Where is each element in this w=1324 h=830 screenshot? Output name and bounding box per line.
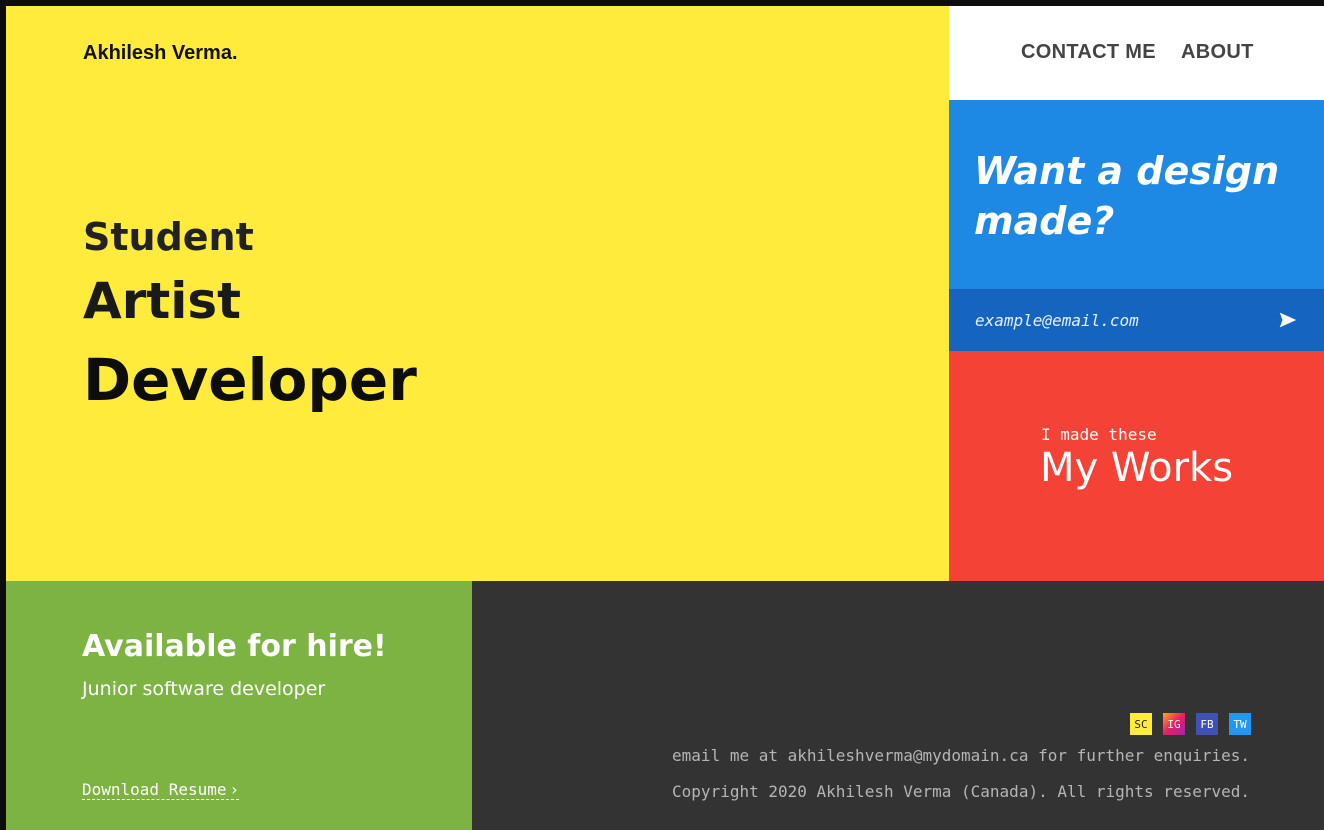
footer-panel: SC IG FB TW email me at akhileshverma@my…: [472, 581, 1324, 830]
send-icon: [1279, 312, 1297, 328]
design-request-title: Want a design made?: [974, 149, 1280, 243]
role-student: Student: [83, 215, 254, 259]
email-form: [949, 289, 1324, 351]
hero-panel: Akhilesh Verma. Student Artist Developer: [6, 6, 949, 581]
design-request-panel: Want a design made?: [949, 100, 1324, 289]
send-button[interactable]: [1277, 309, 1299, 331]
my-works-card[interactable]: I made these My Works: [949, 351, 1324, 581]
download-resume-label: Download Resume: [82, 780, 227, 799]
role-list: Student Artist Developer: [83, 211, 417, 421]
role-developer: Developer: [83, 346, 417, 414]
facebook-icon[interactable]: FB: [1196, 713, 1218, 735]
hire-panel: Available for hire! Junior software deve…: [6, 581, 472, 830]
email-input[interactable]: [973, 307, 1273, 333]
footer-email-line: email me at akhileshverma@mydomain.ca fo…: [672, 746, 1250, 765]
my-works-title: My Works: [1040, 445, 1234, 491]
snapchat-icon[interactable]: SC: [1130, 713, 1152, 735]
nav-contact-link[interactable]: CONTACT ME: [1021, 41, 1156, 64]
social-links: SC IG FB TW: [1130, 713, 1251, 735]
site-brand[interactable]: Akhilesh Verma.: [83, 42, 238, 65]
hire-title: Available for hire!: [82, 629, 387, 664]
download-resume-link[interactable]: Download Resume ›: [82, 780, 240, 800]
hire-subtitle: Junior software developer: [82, 678, 326, 700]
chevron-right-icon: ›: [229, 780, 240, 799]
role-artist: Artist: [83, 272, 242, 330]
twitter-icon[interactable]: TW: [1229, 713, 1251, 735]
instagram-icon[interactable]: IG: [1163, 713, 1185, 735]
page-frame: Akhilesh Verma. Student Artist Developer…: [0, 0, 1324, 830]
footer-copyright: Copyright 2020 Akhilesh Verma (Canada). …: [672, 782, 1250, 801]
top-nav: CONTACT ME ABOUT: [949, 6, 1324, 100]
nav-about-link[interactable]: ABOUT: [1181, 41, 1254, 64]
